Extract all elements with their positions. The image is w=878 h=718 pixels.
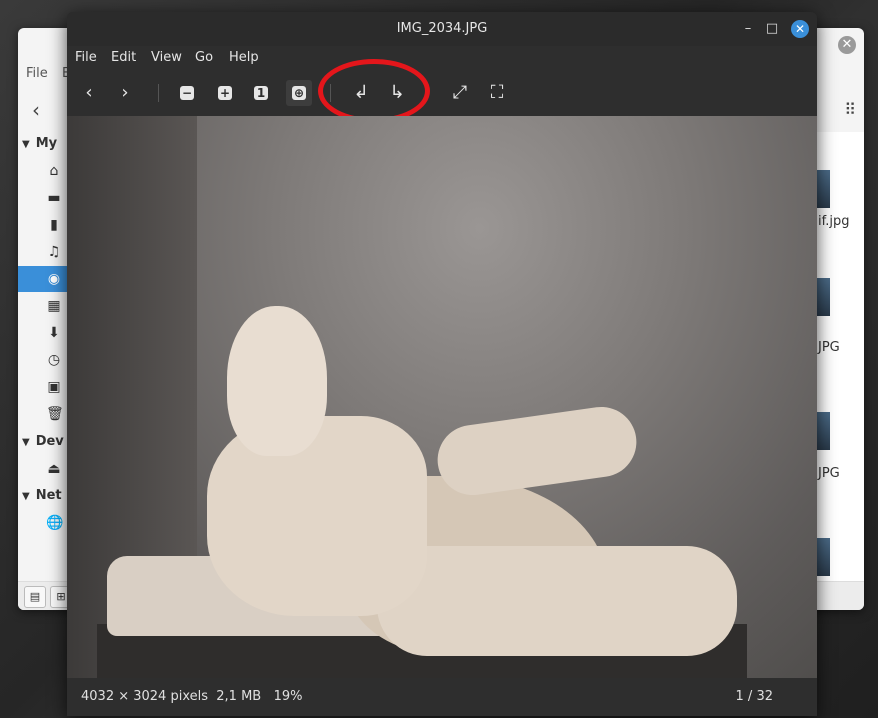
image-display-area[interactable]: [67, 116, 817, 678]
photo-statue: [137, 216, 737, 656]
drive-icon: ⏏: [47, 461, 61, 477]
fm-menu-file[interactable]: File: [26, 66, 48, 81]
sidebar-header-network[interactable]: ▼ Net: [22, 488, 62, 503]
menu-file[interactable]: File: [75, 50, 97, 65]
image-info: 4032 × 3024 pixels 2,1 MB 19%: [81, 689, 303, 704]
file-label[interactable]: JPG: [818, 340, 840, 355]
file-thumbnail[interactable]: [816, 278, 830, 316]
documents-icon: ▮: [50, 217, 58, 233]
maximize-icon[interactable]: □: [763, 20, 781, 38]
rotate-right-button[interactable]: ↳: [384, 80, 410, 106]
viewer-titlebar[interactable]: IMG_2034.JPG – □ ✕: [67, 12, 817, 46]
file-thumbnail[interactable]: [816, 412, 830, 450]
sidebar-item-videos[interactable]: ▦: [18, 293, 68, 319]
sidebar-item-downloads[interactable]: ⬇: [18, 320, 68, 346]
sidebar-item-pictures[interactable]: ◉: [18, 266, 68, 292]
best-fit-icon: ⊕: [292, 86, 306, 100]
toolbar-separator: [158, 84, 159, 102]
zoom-normal-icon: 1: [254, 86, 268, 100]
file-label[interactable]: if.jpg: [818, 214, 850, 229]
grid-view-icon[interactable]: ⠿: [844, 100, 856, 119]
network-icon: 🌐: [46, 515, 64, 531]
fullscreen-button[interactable]: ⤢: [447, 80, 473, 106]
zoom-in-icon: +: [218, 86, 232, 100]
recent-icon: ◷: [47, 352, 61, 368]
chevron-left-icon: ‹: [85, 82, 93, 103]
home-icon: ⌂: [49, 163, 59, 179]
zoom-out-icon: −: [180, 86, 194, 100]
file-system-icon: ▣: [47, 379, 61, 395]
minimize-icon[interactable]: –: [739, 20, 757, 38]
videos-icon: ▦: [47, 298, 61, 314]
sidebar-header-devices[interactable]: ▼ Dev: [22, 434, 64, 449]
slideshow-button[interactable]: ⛶: [484, 80, 510, 106]
sidebar-item-desktop[interactable]: ▬: [18, 185, 68, 211]
best-fit-button[interactable]: ⊕: [286, 80, 312, 106]
window-title: IMG_2034.JPG: [396, 21, 488, 36]
trash-icon: 🗑: [46, 406, 64, 422]
toolbar-separator: [330, 84, 331, 102]
back-icon[interactable]: ‹: [32, 98, 52, 122]
downloads-icon: ⬇: [48, 325, 60, 341]
desktop-icon: ▬: [47, 190, 61, 206]
viewer-toolbar: ‹ › − + 1 ⊕ ↲ ↳ ⤢ ⛶: [67, 72, 817, 116]
page-counter: 1 / 32: [735, 689, 773, 704]
menu-edit[interactable]: Edit: [111, 50, 136, 65]
zoom-normal-button[interactable]: 1: [248, 80, 274, 106]
viewer-statusbar: 4032 × 3024 pixels 2,1 MB 19% 1 / 32: [67, 678, 817, 716]
sidebar-item-home[interactable]: ⌂: [18, 158, 68, 184]
file-manager-sidebar: ▼ My ⌂ ▬ ▮ ♫ ◉ ▦ ⬇ ◷ ▣ 🗑 ▼ Dev ⏏ ▼ Net 🌐: [18, 128, 68, 588]
sidebar-item-recent[interactable]: ◷: [18, 347, 68, 373]
file-thumbnail[interactable]: [816, 538, 830, 576]
chevron-right-icon: ›: [121, 82, 129, 103]
menu-go[interactable]: Go: [195, 50, 213, 65]
sidebar-header-my-computer[interactable]: ▼ My: [22, 136, 57, 151]
rotate-counterclockwise-icon: ↲: [353, 82, 369, 103]
zoom-out-button[interactable]: −: [174, 80, 200, 106]
next-image-button[interactable]: ›: [112, 80, 138, 106]
file-thumbnail[interactable]: [816, 170, 830, 208]
image-viewer-window: IMG_2034.JPG – □ ✕ File Edit View Go Hel…: [67, 12, 817, 716]
music-icon: ♫: [47, 244, 61, 260]
previous-image-button[interactable]: ‹: [76, 80, 102, 106]
sidebar-item-trash[interactable]: 🗑: [18, 401, 68, 427]
file-label[interactable]: JPG: [818, 466, 840, 481]
sidebar-item-documents[interactable]: ▮: [18, 212, 68, 238]
sidebar-item-network[interactable]: 🌐: [18, 510, 68, 536]
sidebar-item-file-system[interactable]: ▣: [18, 374, 68, 400]
fm-close-icon[interactable]: ✕: [838, 36, 856, 54]
zoom-in-button[interactable]: +: [212, 80, 238, 106]
menu-view[interactable]: View: [151, 50, 182, 65]
slideshow-icon: ⛶: [490, 82, 504, 103]
rotate-left-button[interactable]: ↲: [348, 80, 374, 106]
folder-icon[interactable]: ▤: [24, 586, 46, 608]
sidebar-item-music[interactable]: ♫: [18, 239, 68, 265]
fullscreen-icon: ⤢: [452, 82, 468, 103]
menu-help[interactable]: Help: [229, 50, 259, 65]
sidebar-item-drive[interactable]: ⏏: [18, 456, 68, 482]
pictures-icon: ◉: [47, 271, 61, 287]
close-icon[interactable]: ✕: [791, 20, 809, 38]
viewer-menubar: File Edit View Go Help: [67, 46, 817, 70]
rotate-clockwise-icon: ↳: [389, 82, 405, 103]
